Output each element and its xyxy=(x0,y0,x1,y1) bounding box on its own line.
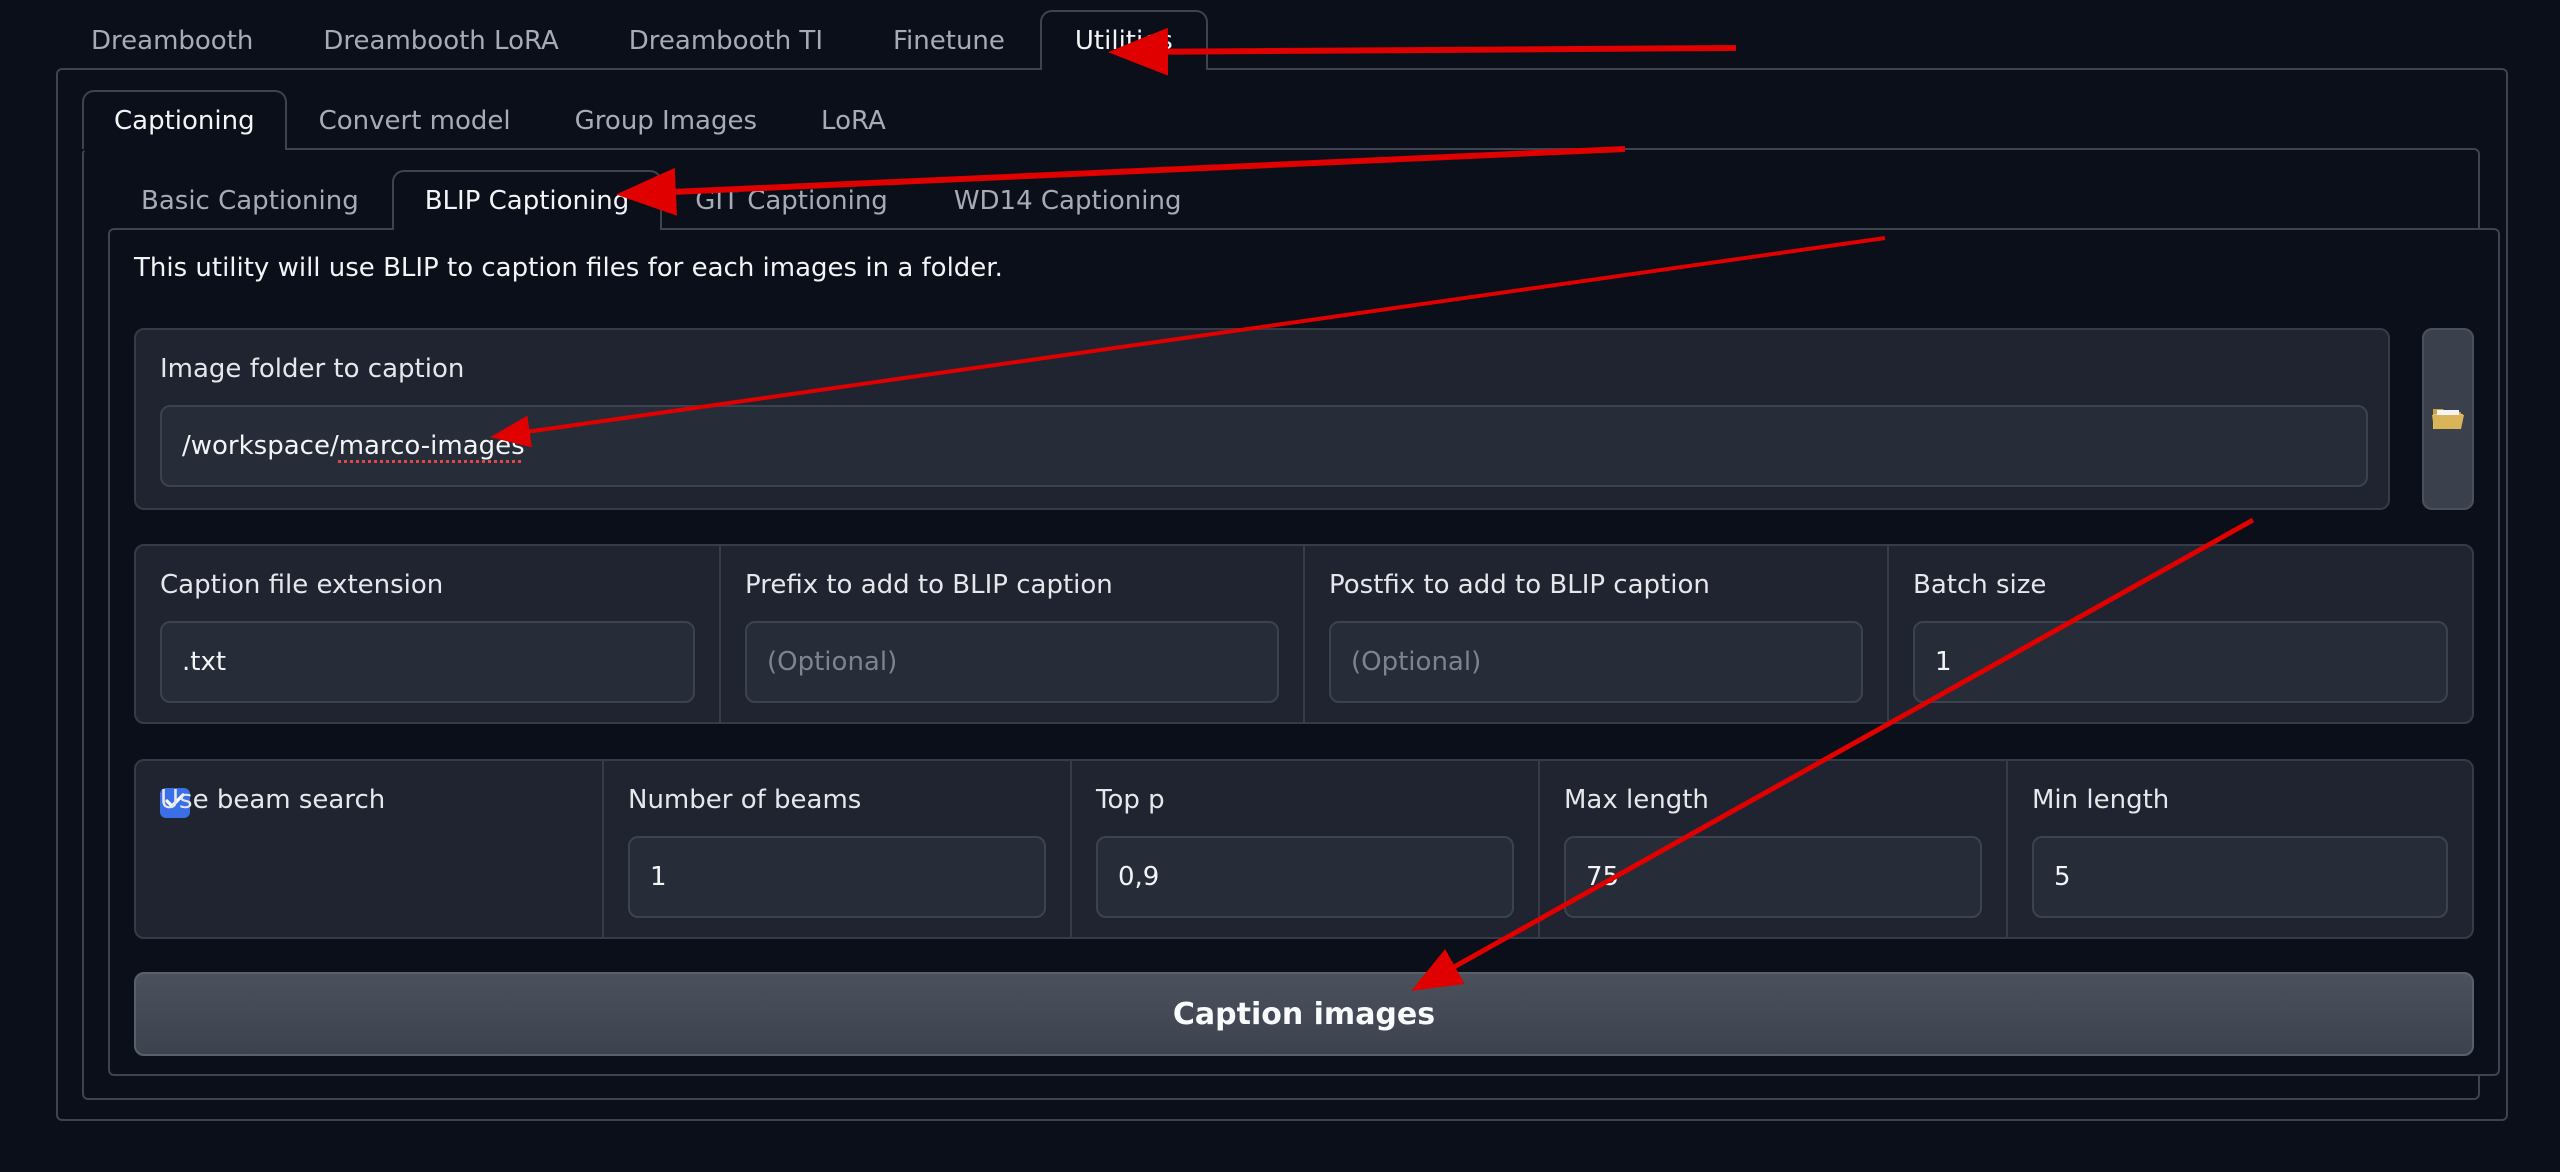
beam-search-cell: Use beam search xyxy=(136,761,604,937)
tab-group-images[interactable]: Group Images xyxy=(543,90,789,149)
arrow-to-utilities-tab xyxy=(1108,27,1737,76)
postfix-cell: Postfix to add to BLIP caption (Optional… xyxy=(1305,546,1889,722)
tab-dreambooth[interactable]: Dreambooth xyxy=(56,10,288,69)
caption-options-row: Caption file extension .txt Prefix to ad… xyxy=(134,544,2474,724)
prefix-input[interactable]: (Optional) xyxy=(745,621,1279,703)
caption-extension-label: Caption file extension xyxy=(160,570,444,600)
caption-extension-input[interactable]: .txt xyxy=(160,621,695,703)
top-p-cell: Top p 0,9 xyxy=(1072,761,1540,937)
num-beams-label: Number of beams xyxy=(628,785,862,815)
folder-icon xyxy=(2431,403,2465,435)
prefix-cell: Prefix to add to BLIP caption (Optional) xyxy=(721,546,1305,722)
image-folder-input[interactable]: /workspace/marco-images xyxy=(160,405,2368,487)
tab-utilities[interactable]: Utilities xyxy=(1039,10,1208,71)
utility-description: This utility will use BLIP to caption fi… xyxy=(134,253,1003,283)
top-p-input[interactable]: 0,9 xyxy=(1096,836,1514,918)
min-length-input[interactable]: 5 xyxy=(2032,836,2448,918)
top-p-label: Top p xyxy=(1096,785,1165,815)
max-length-cell: Max length 75 xyxy=(1540,761,2008,937)
image-folder-value-misspelled: marco-images xyxy=(338,431,525,461)
min-length-label: Min length xyxy=(2032,785,2170,815)
main-tab-bar: Dreambooth Dreambooth LoRA Dreambooth TI… xyxy=(56,10,1208,71)
batch-size-cell: Batch size 1 xyxy=(1889,546,2472,722)
generation-options-row: Use beam search Number of beams 1 Top p … xyxy=(134,759,2474,939)
caption-images-button[interactable]: Caption images xyxy=(134,972,2474,1056)
tab-lora[interactable]: LoRA xyxy=(789,90,918,149)
captioning-tab-bar: Basic Captioning BLIP Captioning GIT Cap… xyxy=(108,170,1215,231)
utilities-tab-bar: Captioning Convert model Group Images Lo… xyxy=(82,90,918,151)
image-folder-block: Image folder to caption /workspace/marco… xyxy=(134,328,2390,510)
batch-size-input[interactable]: 1 xyxy=(1913,621,2448,703)
max-length-input[interactable]: 75 xyxy=(1564,836,1982,918)
image-folder-label: Image folder to caption xyxy=(160,354,465,384)
caption-extension-cell: Caption file extension .txt xyxy=(136,546,721,722)
beam-search-label: Use beam search xyxy=(160,785,386,815)
postfix-input[interactable]: (Optional) xyxy=(1329,621,1863,703)
max-length-label: Max length xyxy=(1564,785,1709,815)
min-length-cell: Min length 5 xyxy=(2008,761,2472,937)
num-beams-cell: Number of beams 1 xyxy=(604,761,1072,937)
num-beams-input[interactable]: 1 xyxy=(628,836,1046,918)
tab-git-captioning[interactable]: GIT Captioning xyxy=(662,170,921,229)
tab-wd14-captioning[interactable]: WD14 Captioning xyxy=(921,170,1215,229)
tab-captioning[interactable]: Captioning xyxy=(82,90,287,151)
tab-dreambooth-ti[interactable]: Dreambooth TI xyxy=(594,10,858,69)
prefix-label: Prefix to add to BLIP caption xyxy=(745,570,1113,600)
tab-convert-model[interactable]: Convert model xyxy=(287,90,543,149)
batch-size-label: Batch size xyxy=(1913,570,2047,600)
tab-dreambooth-lora[interactable]: Dreambooth LoRA xyxy=(288,10,593,69)
image-folder-value-prefix: /workspace/ xyxy=(182,431,339,461)
folder-browse-button[interactable] xyxy=(2422,328,2474,510)
tab-blip-captioning[interactable]: BLIP Captioning xyxy=(391,170,663,231)
tab-basic-captioning[interactable]: Basic Captioning xyxy=(108,170,392,229)
postfix-label: Postfix to add to BLIP caption xyxy=(1329,570,1710,600)
tab-finetune[interactable]: Finetune xyxy=(858,10,1040,69)
